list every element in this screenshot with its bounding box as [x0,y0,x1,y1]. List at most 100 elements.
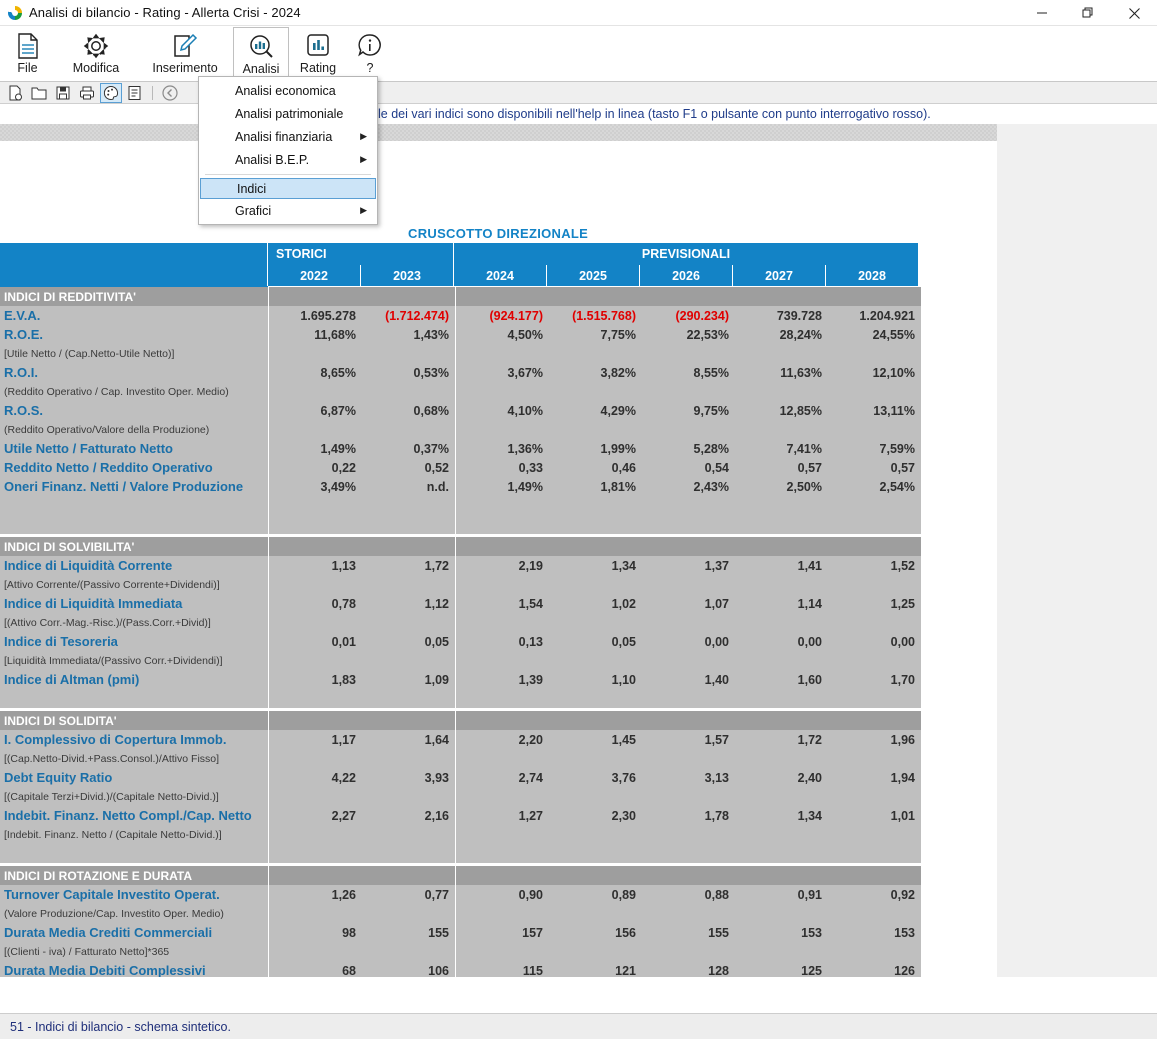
open-folder-icon[interactable] [28,83,50,103]
empty-cell [362,344,455,363]
close-button[interactable] [1111,0,1157,26]
empty-cell [828,382,921,401]
year-header-2025[interactable]: 2025 [547,265,640,286]
value-cell: 1,37 [642,556,735,575]
ribbon-item-rating[interactable]: Rating [289,27,347,81]
ribbon-item-file[interactable]: File [0,27,55,81]
value-cell: 8,65% [269,363,362,382]
section-title: INDICI DI SOLVIBILITA' [0,537,268,556]
year-header-2024[interactable]: 2024 [454,265,547,286]
menu-item-indici[interactable]: Indici [200,178,376,199]
ribbon-item-analisi[interactable]: Analisi [233,27,289,81]
year-header-2023[interactable]: 2023 [361,265,454,286]
secondary-toolbar [0,82,1157,104]
value-cell: 4,10% [456,401,549,420]
value-cell: 1,49% [456,477,549,496]
empty-cell [456,787,549,806]
empty-cell [456,904,549,923]
value-cell: 1,34 [735,806,828,825]
value-cell: 1,07 [642,594,735,613]
empty-cell [549,749,642,768]
formula-row: (Reddito Operativo / Cap. Investito Oper… [0,382,997,401]
indicator-label: Durata Media Debiti Complessivi [0,961,268,977]
value-cell: 0,05 [549,632,642,651]
ribbon-item-modifica[interactable]: Modifica [55,27,137,81]
value-cell: 68 [269,961,362,977]
empty-cell [735,420,828,439]
back-icon[interactable] [159,83,181,103]
submenu-arrow-icon: ▶ [360,131,367,141]
empty-cell [549,575,642,594]
year-header-2022[interactable]: 2022 [268,265,361,286]
empty-cell [735,575,828,594]
value-cell: 1,83 [269,670,362,689]
formula-label: [Indebit. Finanz. Netto / (Capitale Nett… [0,825,268,844]
empty-cell [828,787,921,806]
group-header-spacer [0,243,268,265]
empty-cell [456,651,549,670]
indicator-label: Oneri Finanz. Netti / Valore Produzione [0,477,268,496]
empty-cell [735,825,828,844]
value-cell: 0,00 [735,632,828,651]
value-cell: 98 [269,923,362,942]
section-title: INDICI DI REDDITIVITA' [0,287,268,306]
value-cell: 128 [642,961,735,977]
value-cell: (1.515.768) [549,306,642,325]
empty-cell [828,420,921,439]
maximize-restore-button[interactable] [1065,0,1111,26]
palette-icon[interactable] [100,82,122,103]
value-cell: 0,53% [362,363,455,382]
empty-cell [828,344,921,363]
value-cell: 2,27 [269,806,362,825]
save-icon[interactable] [52,83,74,103]
toolbar-separator [152,85,153,100]
empty-cell [362,942,455,961]
app-logo-icon [8,5,22,20]
formula-row: [(Attivo Corr.-Mag.-Risc.)/(Pass.Corr.+D… [0,613,997,632]
value-cell: 22,53% [642,325,735,344]
empty-cell [456,613,549,632]
value-cell: 8,55% [642,363,735,382]
formula-row: (Reddito Operativo/Valore della Produzio… [0,420,997,439]
value-cell: 7,75% [549,325,642,344]
print-icon[interactable] [76,83,98,103]
minimize-button[interactable] [1019,0,1065,26]
indicator-label: Indice di Tesoreria [0,632,268,651]
year-header-2027[interactable]: 2027 [733,265,826,286]
formula-row: [Indebit. Finanz. Netto / (Capitale Nett… [0,825,997,844]
indicator-label: Indice di Liquidità Immediata [0,594,268,613]
year-header-2028[interactable]: 2028 [826,265,919,286]
indicator-label: R.O.E. [0,325,268,344]
year-header-2026[interactable]: 2026 [640,265,733,286]
value-cell: 1,43% [362,325,455,344]
ribbon-item-inserimento[interactable]: Inserimento [137,27,233,81]
file-icon [15,31,41,61]
value-cell: 153 [828,923,921,942]
value-cell: 0,37% [362,439,455,458]
menu-item-analisi-b-e-p[interactable]: Analisi B.E.P. ▶ [199,148,377,171]
group-header-previsionali: PREVISIONALI [454,243,919,265]
menu-item-grafici[interactable]: Grafici ▶ [199,199,377,222]
indicator-label: Durata Media Crediti Commerciali [0,923,268,942]
new-doc-icon[interactable] [4,83,26,103]
empty-cell [828,749,921,768]
year-header-spacer [0,265,268,286]
section-header-row: INDICI DI REDDITIVITA' [0,287,997,306]
empty-cell [549,651,642,670]
empty-cell [735,651,828,670]
empty-cell [828,496,921,515]
value-cell: 0,00 [828,632,921,651]
section-header-cell [362,711,455,730]
menu-item-analisi-patrimoniale[interactable]: Analisi patrimoniale [199,102,377,125]
value-cell: 1.695.278 [269,306,362,325]
list-icon[interactable] [124,83,146,103]
empty-cell [549,496,642,515]
section-header-cell [735,711,828,730]
value-cell: 2,74 [456,768,549,787]
menu-item-analisi-economica[interactable]: Analisi economica [199,79,377,102]
title-bar: Analisi di bilancio - Rating - Allerta C… [0,0,1157,26]
menu-item-analisi-finanziaria[interactable]: Analisi finanziaria ▶ [199,125,377,148]
section-header-cell [735,537,828,556]
ribbon-item-help[interactable]: ? [347,27,393,81]
analisi-dropdown-menu[interactable]: Analisi economica Analisi patrimoniale Ana… [198,76,378,225]
